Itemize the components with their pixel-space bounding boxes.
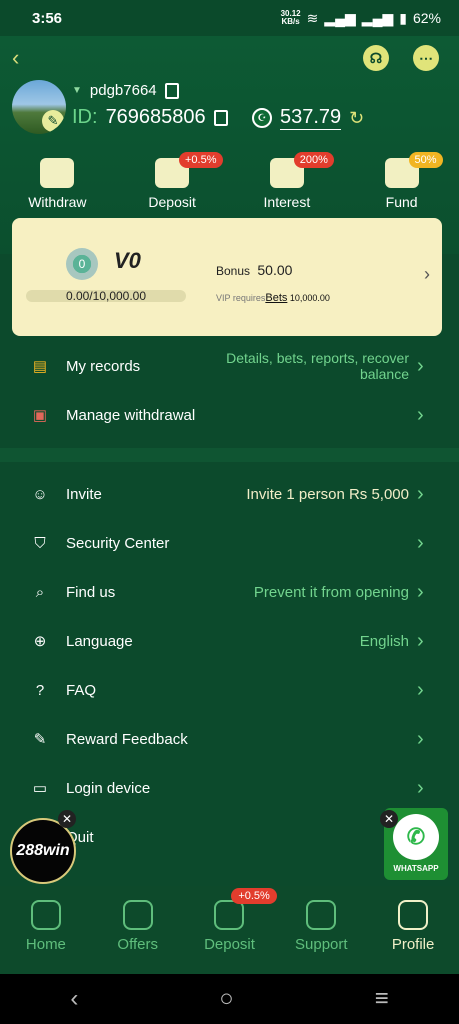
fund-action[interactable]: 50% Fund bbox=[344, 152, 459, 210]
status-time: 3:56 bbox=[32, 9, 63, 27]
nav-profile[interactable]: Profile bbox=[367, 886, 459, 974]
quick-actions: Withdraw +0.5% Deposit 200% Interest 50%… bbox=[0, 152, 459, 210]
menu-manage-withdrawal[interactable]: ▣ Manage withdrawal › bbox=[0, 391, 459, 439]
invite-icon: ☺ bbox=[32, 485, 48, 503]
withdrawal-card-icon: ▣ bbox=[32, 407, 48, 424]
nav-deposit[interactable]: +0.5% Deposit bbox=[184, 886, 277, 974]
chevron-right-icon: › bbox=[417, 727, 424, 750]
bottom-nav: Home Offers +0.5% Deposit Support Profil… bbox=[0, 886, 459, 974]
caret-down-icon: ▼ bbox=[72, 85, 82, 96]
nav-deposit-badge: +0.5% bbox=[231, 888, 277, 904]
deposit-badge: +0.5% bbox=[179, 152, 223, 168]
avatar[interactable]: ✎ bbox=[12, 80, 66, 134]
system-home-icon[interactable]: ○ bbox=[219, 985, 234, 1013]
headset-icon[interactable]: ☊ bbox=[363, 45, 389, 71]
chevron-right-icon: › bbox=[417, 776, 424, 799]
menu-invite[interactable]: ☺ Invite Invite 1 person Rs 5,000 › bbox=[0, 470, 459, 518]
globe-icon: ⊕ bbox=[33, 633, 47, 650]
signal-2-icon: ▂▄▆ bbox=[361, 9, 394, 26]
chevron-right-icon: › bbox=[424, 264, 430, 284]
gift-icon bbox=[122, 900, 153, 930]
signal-icon: ▂▄▆ bbox=[324, 9, 356, 26]
chat-icon[interactable]: ⋯ bbox=[413, 45, 439, 71]
chevron-right-icon: › bbox=[417, 354, 424, 377]
vip-progress-bar: 0.00/10,000.00 bbox=[26, 290, 186, 302]
nav-home[interactable]: Home bbox=[0, 886, 92, 974]
vip-medal-icon: 0 bbox=[66, 248, 98, 280]
wallet-icon bbox=[214, 900, 245, 930]
chevron-right-icon: › bbox=[417, 531, 424, 554]
withdraw-action[interactable]: Withdraw bbox=[0, 158, 115, 210]
chevron-right-icon: › bbox=[417, 678, 424, 701]
vip-card[interactable]: 0 V0 0.00/10,000.00 Bonus 50.00 VIP requ… bbox=[12, 218, 442, 336]
system-recents-icon[interactable]: ≡ bbox=[375, 985, 389, 1013]
network-speed: 30.12 KB/s bbox=[280, 9, 301, 26]
person-icon bbox=[398, 900, 429, 930]
close-whatsapp-icon[interactable]: ✕ bbox=[380, 810, 398, 828]
section-divider bbox=[0, 448, 459, 462]
copy-username-icon[interactable] bbox=[164, 82, 179, 99]
vip-bonus: Bonus 50.00 bbox=[216, 262, 293, 278]
menu-login-device[interactable]: ▭ Login device › bbox=[0, 764, 459, 812]
device-icon: ▭ bbox=[32, 780, 48, 797]
menu-find-us[interactable]: ⌕ Find us Prevent it from opening › bbox=[0, 568, 459, 616]
status-icons: 30.12 KB/s ≋ ▂▄▆ ▂▄▆ ▮ 62% bbox=[281, 10, 441, 27]
back-arrow-icon[interactable]: ‹ bbox=[12, 45, 19, 71]
search-icon: ⌕ bbox=[35, 583, 45, 601]
system-back-icon[interactable]: ‹ bbox=[70, 985, 78, 1013]
chevron-right-icon: › bbox=[417, 403, 424, 426]
question-icon: ? bbox=[35, 681, 45, 699]
pakistan-flag-icon: ☪ bbox=[252, 108, 272, 128]
username-row: ▼ pdgb7664 bbox=[72, 82, 179, 99]
headset-icon bbox=[306, 900, 337, 930]
vip-level: V0 bbox=[114, 248, 141, 273]
whatsapp-icon: ✆ bbox=[393, 814, 439, 860]
chevron-right-icon: › bbox=[417, 629, 424, 652]
user-id: 769685806 bbox=[105, 106, 206, 128]
interest-badge: 200% bbox=[293, 152, 334, 168]
chevron-right-icon: › bbox=[417, 580, 424, 603]
copy-id-icon[interactable] bbox=[213, 109, 228, 126]
close-logo-icon[interactable]: ✕ bbox=[58, 810, 76, 828]
edit-icon: ✎ bbox=[33, 731, 47, 748]
withdraw-icon bbox=[40, 158, 75, 188]
edit-avatar-icon[interactable]: ✎ bbox=[42, 110, 64, 132]
chevron-right-icon: › bbox=[417, 482, 424, 505]
deposit-action[interactable]: +0.5% Deposit bbox=[115, 152, 230, 210]
menu-my-records[interactable]: ▤ My records Details, bets, reports, rec… bbox=[0, 342, 459, 390]
user-id-row: ID: 769685806 bbox=[72, 106, 228, 129]
system-nav-bar: ‹ ○ ≡ bbox=[0, 974, 459, 1024]
menu-language[interactable]: ⊕ Language English › bbox=[0, 617, 459, 665]
interest-action[interactable]: 200% Interest bbox=[230, 152, 345, 210]
menu-faq[interactable]: ? FAQ › bbox=[0, 666, 459, 714]
id-label: ID: bbox=[72, 106, 98, 128]
balance-amount[interactable]: 537.79 bbox=[280, 106, 342, 130]
battery-icon: ▮ bbox=[399, 9, 407, 26]
home-icon bbox=[30, 900, 61, 930]
records-icon: ▤ bbox=[32, 358, 48, 375]
shield-icon: ⛉ bbox=[34, 534, 46, 552]
battery-percent: 62% bbox=[412, 10, 441, 26]
menu-reward-feedback[interactable]: ✎ Reward Feedback › bbox=[0, 715, 459, 763]
status-bar: 3:56 30.12 KB/s ≋ ▂▄▆ ▂▄▆ ▮ 62% bbox=[0, 0, 459, 36]
fund-badge: 50% bbox=[408, 152, 443, 168]
wifi-icon: ≋ bbox=[306, 9, 319, 26]
nav-support[interactable]: Support bbox=[275, 886, 367, 974]
balance-row: ☪ 537.79 ↻ bbox=[252, 106, 364, 130]
username: pdgb7664 bbox=[89, 82, 157, 99]
refresh-icon[interactable]: ↻ bbox=[349, 108, 364, 129]
menu-security-center[interactable]: ⛉ Security Center › bbox=[0, 519, 459, 567]
vip-requirement: VIP requiresBets 10,000.00 bbox=[216, 292, 330, 304]
nav-offers[interactable]: Offers bbox=[92, 886, 184, 974]
